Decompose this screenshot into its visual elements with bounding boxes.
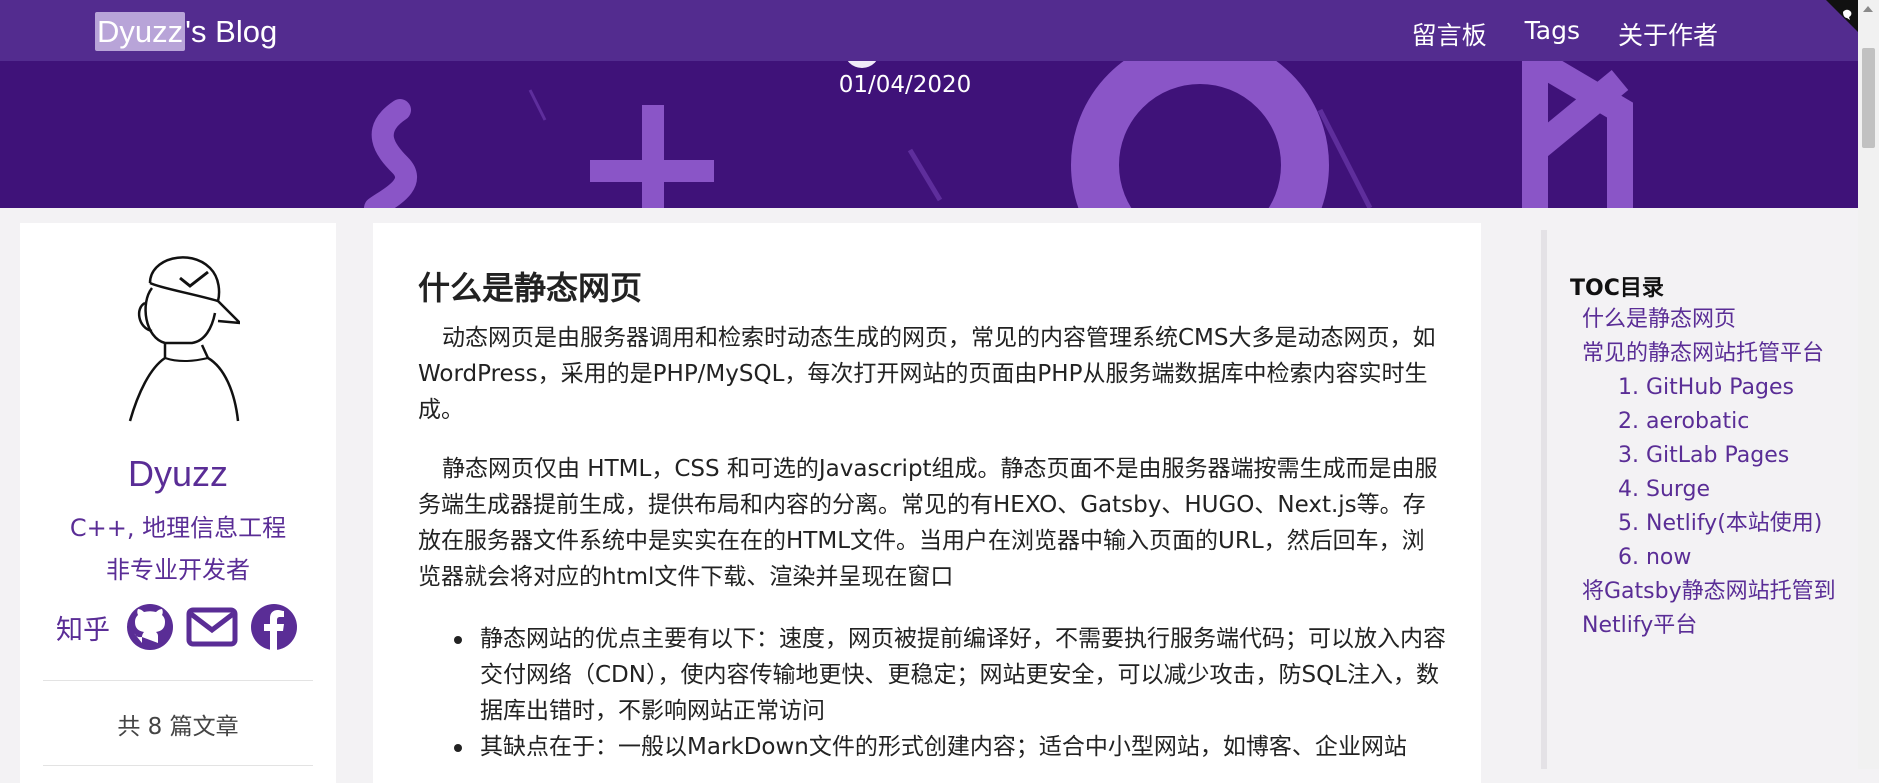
brand-highlight: Dyuzz: [95, 12, 186, 51]
toc-item[interactable]: 将Gatsby静态网站托管到: [1582, 575, 1842, 609]
toc-title: TOC目录: [1570, 276, 1664, 301]
toc-list: 什么是静态网页 常见的静态网站托管平台 1. GitHub Pages 2. aero…: [1582, 303, 1842, 643]
toc-item[interactable]: Netlify平台: [1582, 609, 1842, 643]
github-icon[interactable]: [126, 603, 174, 651]
toc-rail: [1541, 230, 1547, 769]
post-date: 01/04/2020: [838, 72, 972, 98]
profile-name: Dyuzz: [127, 453, 229, 494]
scroll-thumb[interactable]: [1862, 48, 1875, 148]
nav-links: 留言板 Tags 关于作者: [1412, 16, 1718, 52]
list-item: 静态网站的优点主要有以下：速度，网页被提前编译好，不需要执行服务端代码；可以放入…: [418, 621, 1448, 729]
top-navbar: Dyuzz's Blog 留言板 Tags 关于作者: [0, 0, 1858, 61]
profile-divider-bottom: [43, 765, 313, 766]
toc-item[interactable]: 常见的静态网站托管平台: [1582, 337, 1842, 371]
zhihu-link[interactable]: 知乎: [56, 608, 110, 647]
toc-item[interactable]: 什么是静态网页: [1582, 303, 1842, 337]
social-links: 知乎: [56, 603, 298, 651]
toc-item[interactable]: 1. GitHub Pages: [1582, 371, 1842, 405]
toc-item[interactable]: 3. GitLab Pages: [1582, 439, 1842, 473]
profile-divider: [43, 680, 313, 681]
paragraph-dynamic: 动态网页是由服务器调用和检索时动态生成的网页，常见的内容管理系统CMS大多是动态…: [418, 325, 1436, 423]
site-brand[interactable]: Dyuzz's Blog: [95, 12, 278, 51]
nav-about-link[interactable]: 关于作者: [1618, 16, 1718, 52]
list-item: 其缺点在于：一般以MarkDown文件的形式创建内容；适合中小型网站，如博客、企…: [418, 729, 1448, 765]
profile-description: C++, 地理信息工程 非专业开发者: [20, 507, 336, 591]
toc-item[interactable]: 4. Surge: [1582, 473, 1842, 507]
github-corner-icon[interactable]: [1826, 0, 1858, 32]
toc-item[interactable]: 6. now: [1582, 541, 1842, 575]
brand-suffix: 's Blog: [185, 14, 278, 49]
section-heading: 什么是静态网页: [418, 269, 643, 307]
page-scrollbar[interactable]: [1858, 0, 1879, 769]
paragraph-static: 静态网页仅由 HTML，CSS 和可选的Javascript组成。静态页面不是由…: [418, 456, 1438, 590]
nav-guestbook-link[interactable]: 留言板: [1412, 16, 1487, 52]
scroll-up-arrow-icon[interactable]: [1863, 6, 1873, 12]
profile-desc-line1: C++, 地理信息工程: [69, 514, 287, 542]
profile-desc-line2: 非专业开发者: [106, 556, 250, 584]
facebook-icon[interactable]: [250, 603, 298, 651]
nav-tags-link[interactable]: Tags: [1525, 16, 1580, 52]
article-content: 什么是静态网页 动态网页是由服务器调用和检索时动态生成的网页，常见的内容管理系统…: [373, 223, 1481, 783]
bullet-list: 静态网站的优点主要有以下：速度，网页被提前编译好，不需要执行服务端代码；可以放入…: [418, 621, 1448, 765]
mail-icon[interactable]: [186, 606, 238, 648]
profile-card: Dyuzz C++, 地理信息工程 非专业开发者 知乎 共 8 篇文章: [20, 223, 336, 783]
toc-item[interactable]: 5. Netlify(本站使用): [1582, 507, 1842, 541]
avatar: [128, 256, 240, 422]
toc-item[interactable]: 2. aerobatic: [1582, 405, 1842, 439]
post-count: 共 8 篇文章: [117, 714, 239, 740]
